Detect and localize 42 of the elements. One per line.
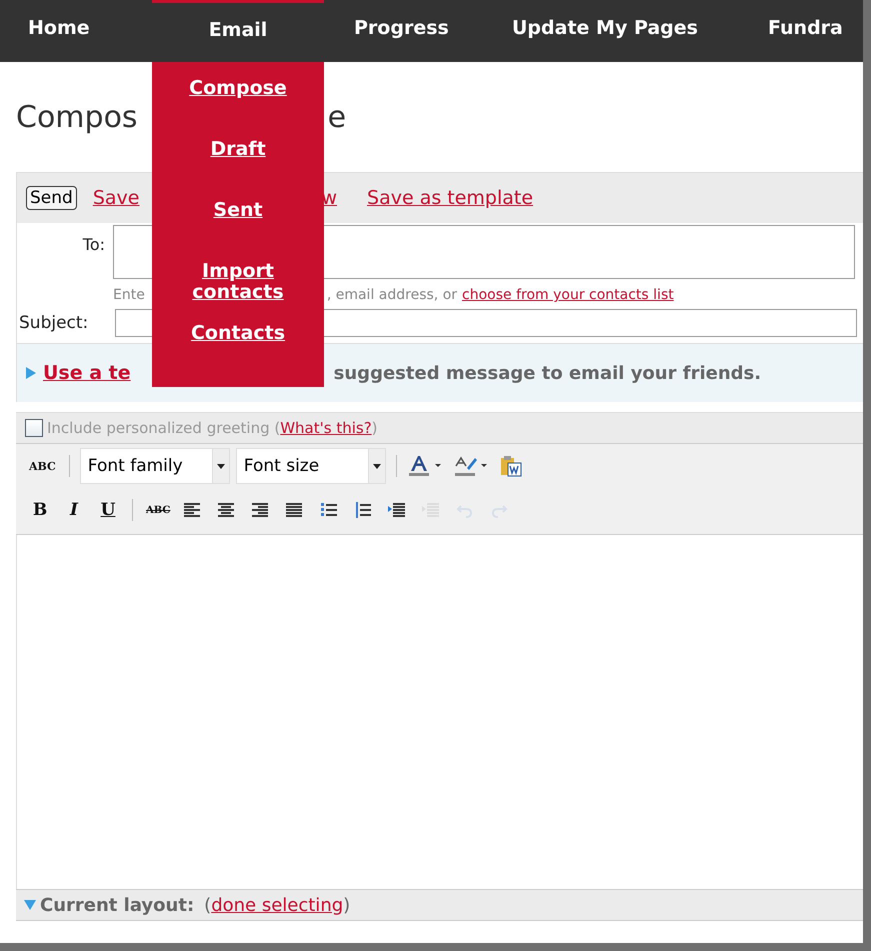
greeting-checkbox[interactable] — [25, 419, 43, 437]
dropdown-arrow-icon[interactable] — [372, 464, 381, 468]
numbers-icon[interactable] — [353, 500, 374, 520]
whats-this-link[interactable]: What's this? — [280, 419, 372, 437]
greeting-text: Include personalized greeting ( — [47, 419, 280, 437]
paste-word-icon[interactable] — [498, 454, 523, 478]
format-button[interactable]: U — [94, 500, 122, 520]
menu-item[interactable]: Compose — [178, 78, 298, 99]
page-title: Compos — [16, 100, 138, 134]
nav-tab[interactable]: Update My Pages — [512, 0, 698, 62]
font-size-select[interactable]: Font size — [236, 448, 386, 484]
contacts-link[interactable]: choose from your contacts list — [462, 287, 674, 303]
toolbar-link[interactable]: Save — [92, 187, 140, 209]
nav-tab[interactable]: Fundra — [768, 0, 863, 62]
format-button[interactable]: I — [60, 500, 88, 520]
indent-icon[interactable] — [387, 500, 408, 520]
page-title: e — [328, 100, 346, 134]
dropdown-arrow-icon[interactable] — [216, 464, 225, 468]
nav-tab[interactable]: Progress — [354, 0, 449, 62]
paren-text: ( — [204, 894, 212, 916]
send-button[interactable]: Send — [26, 186, 77, 210]
paren-text: ) — [343, 894, 350, 916]
to-label: To: — [82, 234, 106, 254]
font-family-select[interactable]: Font family — [80, 448, 230, 484]
menu-item[interactable]: Import contacts — [178, 261, 298, 303]
greeting-text: ) — [372, 419, 378, 437]
format-button[interactable]: B — [26, 500, 54, 520]
template-link[interactable]: Use a te — [43, 362, 131, 384]
strikethrough-button[interactable]: ABC — [143, 504, 174, 516]
hint-text: Ente — [113, 287, 145, 303]
menu-item[interactable]: Contacts — [178, 323, 298, 344]
menu-item[interactable]: Sent — [178, 200, 298, 221]
expand-arrow-icon[interactable] — [25, 366, 37, 380]
nav-tab[interactable]: Home — [28, 0, 90, 62]
tip-text: suggested message to email your friends. — [334, 362, 762, 384]
spellcheck-button[interactable]: ABC — [26, 460, 59, 472]
done-selecting-link[interactable]: done selecting — [211, 894, 344, 916]
menu-item[interactable]: Draft — [178, 139, 298, 160]
layout-label: Current layout: — [40, 894, 194, 916]
toolbar-link[interactable]: Save as template — [367, 187, 534, 209]
hint-text: , email address, or — [326, 287, 458, 303]
subject-label: Subject: — [18, 313, 90, 333]
